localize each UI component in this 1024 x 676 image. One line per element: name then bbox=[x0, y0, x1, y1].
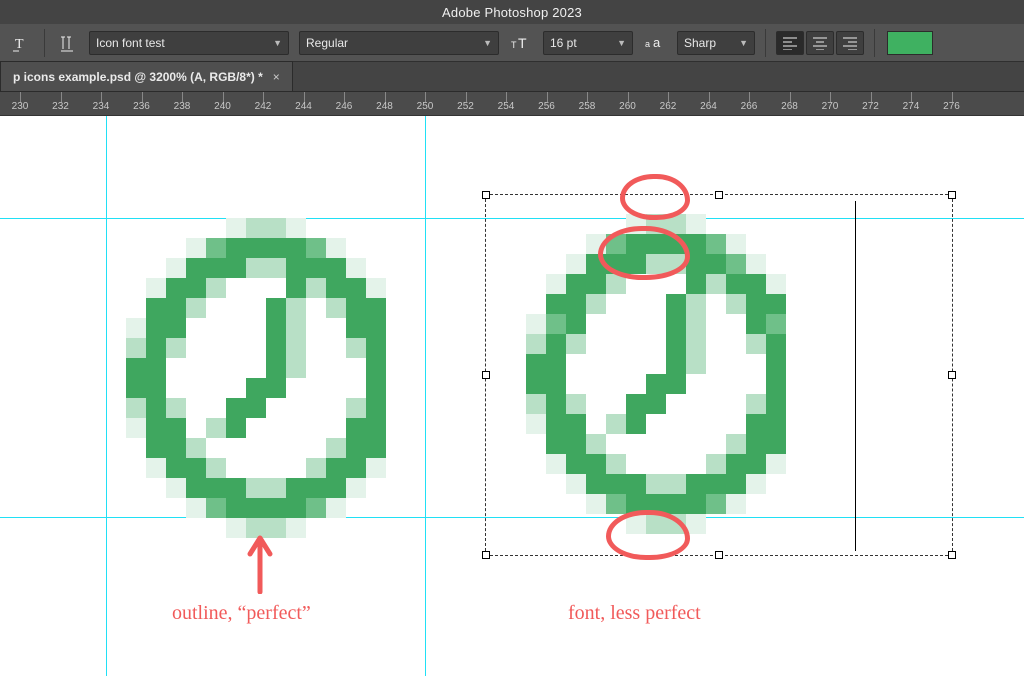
svg-text:a: a bbox=[645, 39, 650, 49]
titlebar: Adobe Photoshop 2023 bbox=[0, 0, 1024, 24]
annotation-label-right: font, less perfect bbox=[568, 602, 701, 625]
text-caret bbox=[855, 201, 856, 551]
ruler-tick-label: 236 bbox=[133, 101, 150, 112]
transform-handle[interactable] bbox=[948, 551, 956, 559]
horizontal-ruler[interactable]: 230 232 234 236 238 240 242 244 246 248 250 252 254 2… bbox=[0, 92, 1024, 116]
text-orientation-icon[interactable] bbox=[55, 31, 79, 55]
transform-handle[interactable] bbox=[715, 191, 723, 199]
annotation-circle bbox=[620, 174, 690, 220]
chevron-down-icon: ▼ bbox=[273, 38, 282, 48]
ruler-tick-label: 258 bbox=[579, 101, 596, 112]
ruler-tick-label: 230 bbox=[12, 101, 29, 112]
transform-handle[interactable] bbox=[482, 371, 490, 379]
ruler-tick-label: 244 bbox=[295, 101, 312, 112]
document-tab[interactable]: p icons example.psd @ 3200% (A, RGB/8*) … bbox=[0, 61, 293, 91]
ruler-tick-label: 254 bbox=[498, 101, 515, 112]
ruler-tick-label: 232 bbox=[52, 101, 69, 112]
align-right-button[interactable] bbox=[836, 31, 864, 55]
chevron-down-icon: ▼ bbox=[617, 38, 626, 48]
ruler-tick-label: 238 bbox=[174, 101, 191, 112]
annotation-circle bbox=[606, 510, 690, 560]
transform-handle[interactable] bbox=[715, 551, 723, 559]
annotation-arrow-icon bbox=[244, 532, 276, 594]
ruler-tick-label: 276 bbox=[943, 101, 960, 112]
anti-alias-value: Sharp bbox=[684, 36, 716, 50]
svg-text:T: T bbox=[15, 37, 24, 52]
font-family-select[interactable]: Icon font test ▼ bbox=[89, 31, 289, 55]
text-align-group bbox=[776, 31, 864, 55]
close-icon[interactable]: × bbox=[273, 70, 280, 84]
ruler-tick-label: 246 bbox=[336, 101, 353, 112]
document-tab-title: p icons example.psd @ 3200% (A, RGB/8*) … bbox=[13, 70, 263, 84]
transform-handle[interactable] bbox=[948, 191, 956, 199]
transform-handle[interactable] bbox=[948, 371, 956, 379]
ruler-tick-label: 252 bbox=[457, 101, 474, 112]
font-size-icon: TT bbox=[509, 31, 533, 55]
separator bbox=[765, 29, 766, 57]
annotation-label-left: outline, “perfect” bbox=[172, 602, 311, 625]
text-tool-indicator-icon[interactable]: T bbox=[10, 31, 34, 55]
chevron-down-icon: ▼ bbox=[483, 38, 492, 48]
ruler-tick-label: 270 bbox=[822, 101, 839, 112]
font-size-select[interactable]: 16 pt ▼ bbox=[543, 31, 633, 55]
anti-alias-icon: aa bbox=[643, 31, 667, 55]
svg-text:T: T bbox=[511, 40, 517, 50]
ruler-tick-label: 272 bbox=[862, 101, 879, 112]
separator bbox=[44, 29, 45, 57]
app-title: Adobe Photoshop 2023 bbox=[442, 5, 582, 20]
ruler-tick-label: 234 bbox=[93, 101, 110, 112]
transform-handle[interactable] bbox=[482, 191, 490, 199]
ruler-tick-label: 248 bbox=[376, 101, 393, 112]
font-size-value: 16 pt bbox=[550, 36, 577, 50]
options-toolbar: T Icon font test ▼ Regular ▼ TT 16 pt ▼ … bbox=[0, 24, 1024, 62]
ruler-tick-label: 260 bbox=[619, 101, 636, 112]
ruler-tick-label: 262 bbox=[660, 101, 677, 112]
icon-left-clock bbox=[106, 198, 426, 538]
svg-text:a: a bbox=[653, 35, 661, 50]
svg-text:T: T bbox=[518, 35, 527, 51]
ruler-tick-label: 256 bbox=[538, 101, 555, 112]
align-center-button[interactable] bbox=[806, 31, 834, 55]
annotation-circle bbox=[598, 226, 690, 280]
ruler-tick-label: 266 bbox=[741, 101, 758, 112]
ruler-tick-label: 274 bbox=[903, 101, 920, 112]
align-left-button[interactable] bbox=[776, 31, 804, 55]
ruler-tick-label: 242 bbox=[255, 101, 272, 112]
document-tabstrip: p icons example.psd @ 3200% (A, RGB/8*) … bbox=[0, 62, 1024, 92]
ruler-tick-label: 250 bbox=[417, 101, 434, 112]
ruler-tick-label: 264 bbox=[700, 101, 717, 112]
font-style-value: Regular bbox=[306, 36, 348, 50]
font-style-select[interactable]: Regular ▼ bbox=[299, 31, 499, 55]
separator bbox=[874, 29, 875, 57]
transform-handle[interactable] bbox=[482, 551, 490, 559]
ruler-tick-label: 240 bbox=[214, 101, 231, 112]
text-color-swatch[interactable] bbox=[887, 31, 933, 55]
font-family-value: Icon font test bbox=[96, 36, 165, 50]
chevron-down-icon: ▼ bbox=[739, 38, 748, 48]
anti-alias-select[interactable]: Sharp ▼ bbox=[677, 31, 755, 55]
transform-bounding-box[interactable] bbox=[485, 194, 953, 556]
canvas[interactable]: outline, “perfect” font, less perfect bbox=[0, 116, 1024, 676]
ruler-tick-label: 268 bbox=[781, 101, 798, 112]
